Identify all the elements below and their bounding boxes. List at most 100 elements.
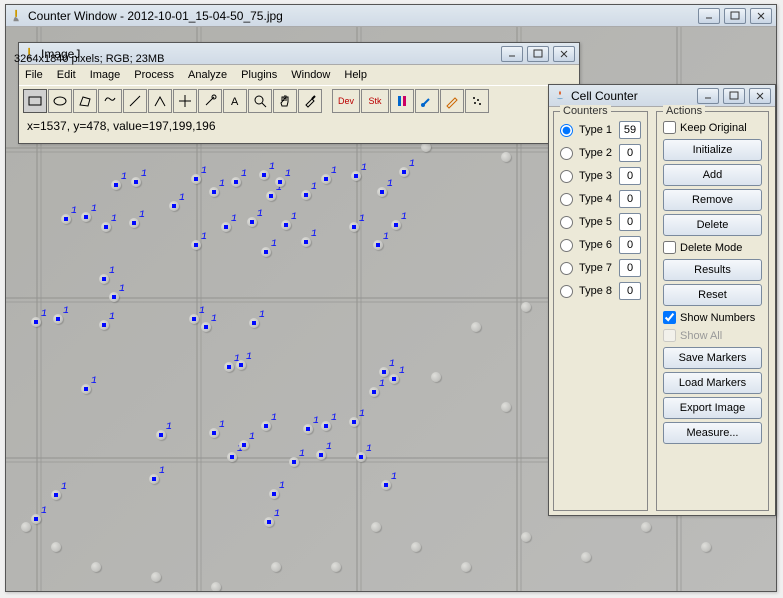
counter-type-row[interactable]: Type 7 0 [560,259,641,277]
results-button[interactable]: Results [663,259,762,281]
point-tool[interactable] [173,89,197,113]
menu-process[interactable]: Process [134,69,174,81]
count-marker[interactable] [212,431,216,435]
count-marker[interactable] [352,225,356,229]
counter-type-row[interactable]: Type 8 0 [560,282,641,300]
text-tool[interactable]: A [223,89,247,113]
counter-type-row[interactable]: Type 3 0 [560,167,641,185]
measure-button[interactable]: Measure... [663,422,762,444]
count-marker[interactable] [250,220,254,224]
count-marker[interactable] [114,183,118,187]
count-marker[interactable] [84,215,88,219]
load-markers-button[interactable]: Load Markers [663,372,762,394]
reset-button[interactable]: Reset [663,284,762,306]
counter-type-row[interactable]: Type 4 0 [560,190,641,208]
counter-type-row[interactable]: Type 2 0 [560,144,641,162]
initialize-button[interactable]: Initialize [663,139,762,161]
count-marker[interactable] [252,321,256,325]
hand-tool[interactable] [273,89,297,113]
polygon-tool[interactable] [73,89,97,113]
count-marker[interactable] [234,180,238,184]
count-marker[interactable] [84,387,88,391]
count-marker[interactable] [267,520,271,524]
count-marker[interactable] [304,240,308,244]
count-marker[interactable] [272,492,276,496]
counter-radio[interactable] [560,216,573,229]
count-marker[interactable] [34,320,38,324]
count-marker[interactable] [172,204,176,208]
count-marker[interactable] [269,194,273,198]
dev-tool[interactable]: Dev [332,89,360,113]
count-marker[interactable] [152,477,156,481]
counter-radio[interactable] [560,124,573,137]
rectangle-tool[interactable] [23,89,47,113]
count-marker[interactable] [306,427,310,431]
maximize-button[interactable] [723,88,745,104]
maximize-button[interactable] [724,8,746,24]
count-marker[interactable] [284,223,288,227]
counter-radio[interactable] [560,262,573,275]
count-marker[interactable] [392,377,396,381]
minimize-button[interactable] [697,88,719,104]
count-marker[interactable] [194,243,198,247]
pencil-tool[interactable] [440,89,464,113]
count-marker[interactable] [224,225,228,229]
count-marker[interactable] [380,190,384,194]
count-marker[interactable] [204,325,208,329]
menu-window[interactable]: Window [291,69,330,81]
count-marker[interactable] [264,424,268,428]
delete-mode-checkbox[interactable]: Delete Mode [663,241,762,254]
counter-radio[interactable] [560,285,573,298]
count-marker[interactable] [324,177,328,181]
count-marker[interactable] [359,455,363,459]
counter-radio[interactable] [560,170,573,183]
maximize-button[interactable] [527,46,549,62]
close-button[interactable] [553,46,575,62]
count-marker[interactable] [104,225,108,229]
count-marker[interactable] [304,193,308,197]
count-marker[interactable] [64,217,68,221]
count-marker[interactable] [102,323,106,327]
brush-tool[interactable] [415,89,439,113]
count-marker[interactable] [134,180,138,184]
dropper-tool[interactable] [298,89,322,113]
count-marker[interactable] [159,433,163,437]
close-button[interactable] [749,88,771,104]
count-marker[interactable] [192,317,196,321]
count-marker[interactable] [230,455,234,459]
count-marker[interactable] [262,173,266,177]
count-marker[interactable] [34,517,38,521]
count-marker[interactable] [102,277,106,281]
count-marker[interactable] [242,443,246,447]
counter-radio[interactable] [560,147,573,160]
lut-tool[interactable] [390,89,414,113]
counter-type-row[interactable]: Type 5 0 [560,213,641,231]
counter-type-row[interactable]: Type 6 0 [560,236,641,254]
count-marker[interactable] [112,295,116,299]
count-marker[interactable] [239,363,243,367]
counter-radio[interactable] [560,239,573,252]
count-marker[interactable] [382,370,386,374]
counter-titlebar[interactable]: Counter Window - 2012-10-01_15-04-50_75.… [6,5,776,27]
zoom-tool[interactable] [248,89,272,113]
menu-help[interactable]: Help [344,69,367,81]
count-marker[interactable] [264,250,268,254]
count-marker[interactable] [292,460,296,464]
oval-tool[interactable] [48,89,72,113]
wand-tool[interactable] [198,89,222,113]
counter-radio[interactable] [560,193,573,206]
remove-button[interactable]: Remove [663,189,762,211]
keep-original-checkbox[interactable]: Keep Original [663,121,762,134]
menu-file[interactable]: File [25,69,43,81]
angle-tool[interactable] [148,89,172,113]
menu-plugins[interactable]: Plugins [241,69,277,81]
count-marker[interactable] [132,221,136,225]
export-image-button[interactable]: Export Image [663,397,762,419]
freehand-tool[interactable] [98,89,122,113]
count-marker[interactable] [212,190,216,194]
count-marker[interactable] [319,453,323,457]
count-marker[interactable] [194,177,198,181]
menu-analyze[interactable]: Analyze [188,69,227,81]
show-all-checkbox[interactable]: Show All [663,329,762,342]
minimize-button[interactable] [501,46,523,62]
